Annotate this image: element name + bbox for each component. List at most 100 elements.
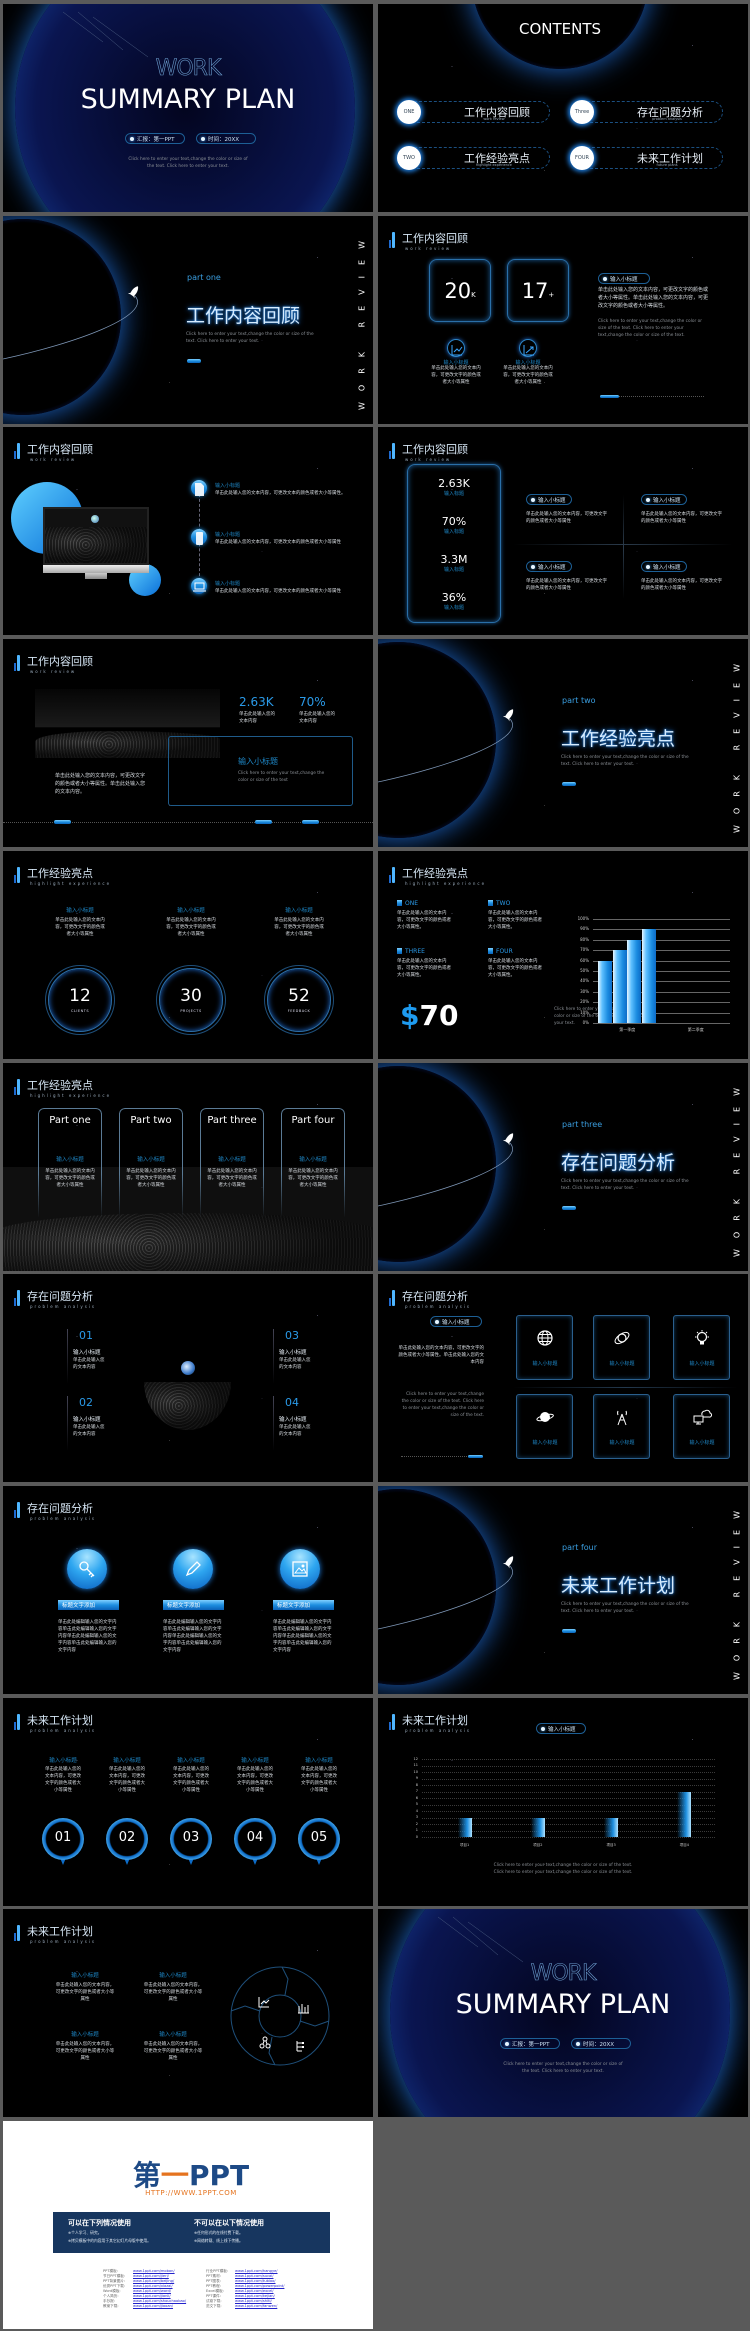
icon-card[interactable]: 输入小标题 xyxy=(593,1394,650,1459)
vertical-side-text: WORK REVIEW xyxy=(732,1500,742,1680)
link-url[interactable]: www.1ppt.com/powerpoint/ xyxy=(235,2284,284,2288)
timeline-text: 单击此处输入您的文本内容，可更改文本的颜色或者大小等属性 xyxy=(215,540,341,545)
slide-7-imagestats[interactable]: 工作内容回顾 work review 2.63K 单击此处输入您的文本内容 70% 单击此… xyxy=(3,639,373,847)
info-box-text[interactable]: Click here to enter your text,change the… xyxy=(238,771,330,785)
contents-item[interactable]: ONE 工作内容回顾 work review xyxy=(397,100,550,124)
link-url[interactable]: www.1ppt.com/tubiao/ xyxy=(235,2279,276,2283)
section-description[interactable]: Click here to enter your text,change the… xyxy=(561,755,691,769)
pin-number: 03 xyxy=(182,1830,200,1845)
link-url[interactable]: www.1ppt.com/shouchaobao/ xyxy=(133,2299,186,2303)
monitor-chin xyxy=(43,565,149,573)
slide-18-barchart2[interactable]: 未来工作计划 problem analysis 输入小标题 0 1 2 3 4 5 6 7 8 9 10 1… xyxy=(378,1698,748,1906)
usage-line: ※网络转载、线上线下传播。 xyxy=(194,2238,243,2243)
section-description[interactable]: Click here to enter your text,change the… xyxy=(561,1179,691,1193)
link-url[interactable]: www.1ppt.com/beijing/ xyxy=(133,2279,174,2283)
link-url[interactable]: www.1ppt.com/jianli/ xyxy=(133,2294,171,2298)
growth-icon xyxy=(522,342,536,356)
cover-description[interactable]: Click here to enter your text,change the… xyxy=(128,157,248,171)
link-url[interactable]: www.1ppt.com/kejian/ xyxy=(235,2294,275,2298)
contents-item[interactable]: Three 存在问题分析 problem analysis xyxy=(570,100,723,124)
slide-12-section[interactable]: part three 存在问题分析 Click here to enter your… xyxy=(378,1063,748,1271)
earth-icon xyxy=(91,515,99,523)
cycle-diagram xyxy=(230,1966,330,2066)
icon-card[interactable]: 输入小标题 xyxy=(673,1394,730,1459)
slide-subtitle: problem analysis xyxy=(405,1728,472,1733)
slide-2-contents[interactable]: CONTENTS ONE 工作内容回顾 work review Three 存在问题分析 p… xyxy=(378,4,748,212)
timeline-title: 输入小标题 xyxy=(215,532,241,538)
slide-11-parts[interactable]: 工作经验亮点 highlight experience Part one 输入小标题单… xyxy=(3,1063,373,1271)
slide-title: 工作内容回顾 xyxy=(27,655,93,668)
item-title: 输入小标题 xyxy=(279,1350,307,1356)
title-button[interactable]: 标题文字添加 xyxy=(58,1600,119,1610)
slide-9-circles[interactable]: 工作经验亮点 highlight experience 输入小标题 单击此处输入您的文… xyxy=(3,851,373,1059)
link-url[interactable]: www.1ppt.com/fanwen/ xyxy=(235,2304,277,2308)
slide-19-cycle[interactable]: 未来工作计划 problem analysis 输入小标题 单击此处输入您的文本内容，… xyxy=(3,1909,373,2117)
header-bar-icon xyxy=(389,443,397,459)
x-tick-label: 项目2 xyxy=(533,1843,543,1847)
slide-15-buttons[interactable]: 存在问题分析 problem analysis 标题文字添加 单击此处编辑输入您的文字… xyxy=(3,1486,373,1694)
stat-label: PROJECTS xyxy=(180,1009,202,1013)
y-tick-label: 2 xyxy=(415,1821,418,1826)
slide-4-stats[interactable]: 工作内容回顾 work review 20 K 17 + 输入小标题 单击此处输入您的文本内容… xyxy=(378,216,748,424)
link-url[interactable]: www.1ppt.com/sucai/ xyxy=(235,2274,273,2278)
slide-10-barchart[interactable]: 工作经验亮点 highlight experience ONE 单击此处输入您的文本内… xyxy=(378,851,748,1059)
pill-dot-icon xyxy=(646,564,650,569)
lightbulb-icon xyxy=(694,1330,710,1346)
section-description[interactable]: Click here to enter your text,change the… xyxy=(186,332,316,346)
slide-16-section[interactable]: part four 未来工作计划 Click here to enter your … xyxy=(378,1486,748,1694)
link-url[interactable]: www.1ppt.com/xiazai/ xyxy=(133,2284,173,2288)
contents-item[interactable]: TWO 工作经验亮点 highlight experience xyxy=(397,146,550,170)
click-text[interactable]: Click here to enter your text,change the… xyxy=(398,1392,484,1420)
icon-card[interactable]: 输入小标题 xyxy=(516,1394,573,1459)
ppt-logo[interactable]: 第一PPT xyxy=(133,2154,249,2194)
phone-icon xyxy=(192,530,206,545)
slide-20-cover[interactable]: WORK SUMMARY PLAN 汇报：第一PPT 时间：20XX Click her… xyxy=(378,1909,748,2117)
link-url[interactable]: www.1ppt.com/word/ xyxy=(133,2289,171,2293)
icon-card-label: 输入小标题 xyxy=(532,1361,558,1367)
title-button[interactable]: 标题文字添加 xyxy=(163,1600,224,1610)
pill-dot-icon xyxy=(201,136,205,141)
subtitle-pill: 输入小标题 xyxy=(430,1316,482,1327)
link-label: 范文下载: xyxy=(206,2304,222,2308)
slide-13-quad[interactable]: 存在问题分析 problem analysis 01 输入小标题 单击此处输入您的文本内… xyxy=(3,1274,373,1482)
y-tick-label: 60% xyxy=(580,957,589,963)
part-card-title: Part four xyxy=(291,1115,335,1126)
link-url[interactable]: www.1ppt.com/shiti/ xyxy=(235,2299,272,2303)
link-url[interactable]: www.1ppt.com/hangye/ xyxy=(235,2269,278,2273)
slide-subtitle: problem analysis xyxy=(30,1304,97,1309)
cover-description[interactable]: Click here to enter your text,change the… xyxy=(503,2062,623,2076)
section-title: 工作内容回顾 xyxy=(186,305,301,327)
moon-ground-image xyxy=(3,1213,373,1271)
x-tick-label: 项目1 xyxy=(460,1843,470,1847)
chart-caption[interactable]: Click here to enter your text,change the… xyxy=(488,1863,638,1877)
slide-5-timeline[interactable]: 工作内容回顾 work review 输入小标题 单击此处输入您的文本内容，可更改文本… xyxy=(3,427,373,635)
slide-6-metrics[interactable]: 工作内容回顾 work review 2.63K 输入标题 70% 输入标题 3.3M 输入标… xyxy=(378,427,748,635)
part-card-text: 单击此处输入您的文本内容，可更改文字的颜色或者大小等属性 xyxy=(207,1169,257,1188)
slide-8-section[interactable]: part two 工作经验亮点 Click here to enter your t… xyxy=(378,639,748,847)
link-url[interactable]: www.1ppt.com/excel/ xyxy=(235,2289,274,2293)
item-title: 输入小标题 xyxy=(71,2032,99,2038)
contents-item[interactable]: FOUR 未来工作计划 future plans xyxy=(570,146,723,170)
slide-3-section[interactable]: part one 工作内容回顾 Click here to enter your t… xyxy=(3,216,373,424)
legend-square-icon xyxy=(488,900,493,906)
icon-card[interactable]: 输入小标题 xyxy=(516,1315,573,1380)
slide-1-cover[interactable]: WORK SUMMARY PLAN 汇报：第一PPT 时间：20XX Click her… xyxy=(3,4,373,212)
icon-card[interactable]: 输入小标题 xyxy=(673,1315,730,1380)
link-url[interactable]: www.1ppt.com/jiaoan/ xyxy=(133,2304,173,2308)
link-url[interactable]: www.1ppt.com/moban/ xyxy=(133,2269,175,2273)
title-button[interactable]: 标题文字添加 xyxy=(273,1600,334,1610)
rocket-icon xyxy=(502,1554,514,1569)
click-text[interactable]: Click here to enter your text,change the… xyxy=(598,319,710,340)
slide-subtitle: work review xyxy=(405,457,452,462)
y-tick-label: 11 xyxy=(413,1763,418,1767)
link-url[interactable]: www.1ppt.com/jieri/ xyxy=(133,2274,169,2278)
section-description[interactable]: Click here to enter your text,change the… xyxy=(561,1602,691,1616)
column-text: 单击此处输入您的文本内容，可更改文字的颜色或者大小等属性 xyxy=(45,1767,81,1793)
slide-17-pins[interactable]: 未来工作计划 problem analysis 输入小标题 单击此处输入您的文本内容，… xyxy=(3,1698,373,1906)
slide-title: 工作内容回顾 xyxy=(27,443,93,456)
icon-card[interactable]: 输入小标题 xyxy=(593,1315,650,1380)
progress-bar xyxy=(600,395,704,399)
slide-14-icongrid[interactable]: 存在问题分析 problem analysis 输入小标题 单击此处输入您的文本内容，… xyxy=(378,1274,748,1482)
part-card-title: Part one xyxy=(49,1115,91,1126)
ad-url[interactable]: HTTP://WWW.1PPT.COM xyxy=(145,2189,237,2197)
